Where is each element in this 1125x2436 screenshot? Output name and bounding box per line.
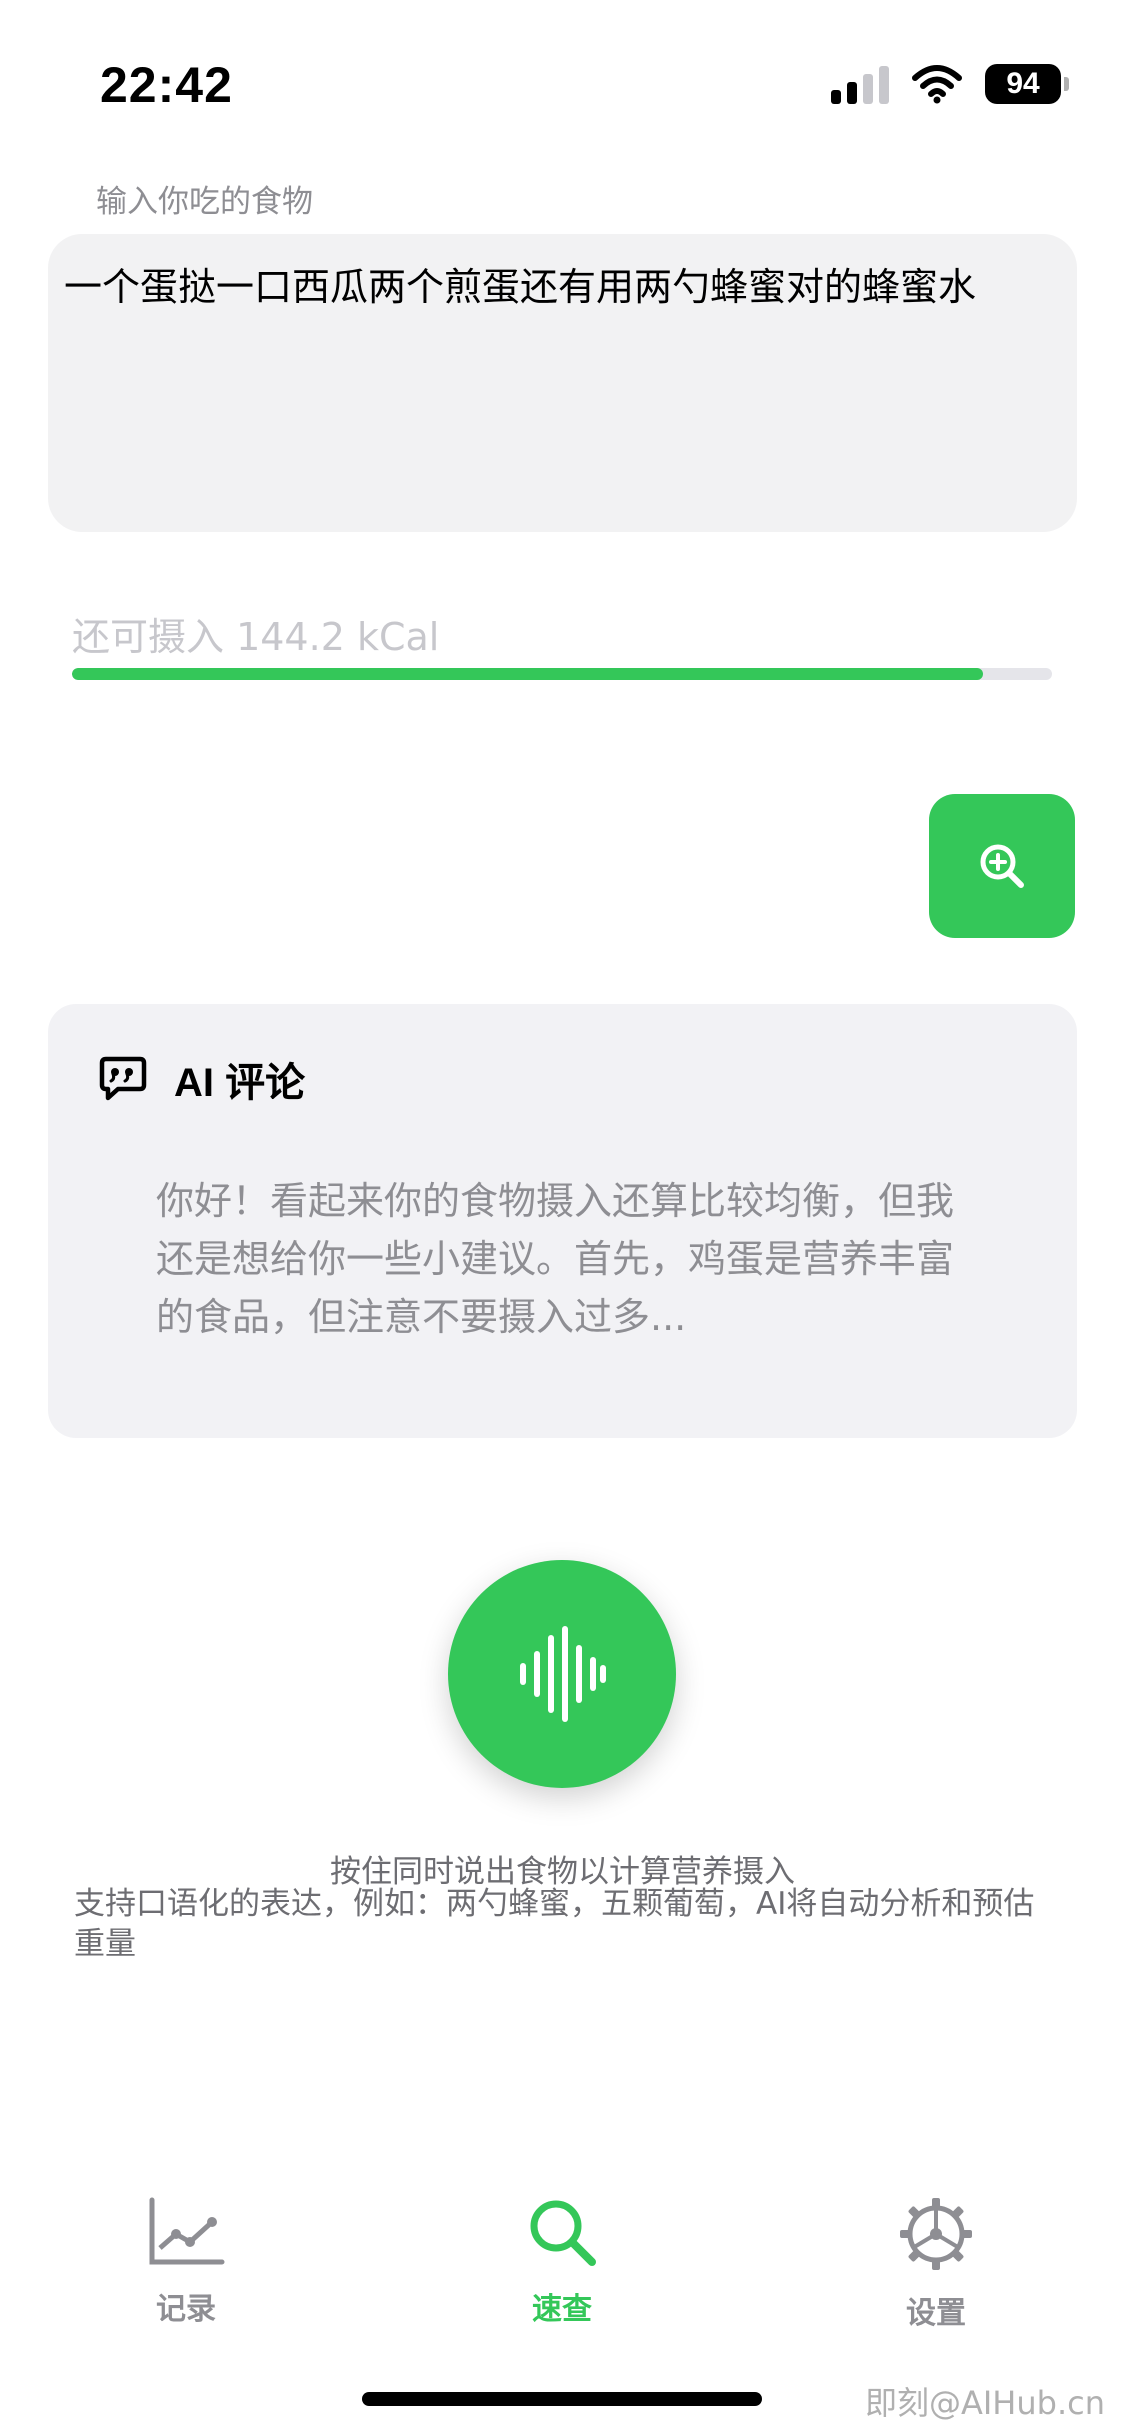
zoom-in-icon [980,844,1024,888]
app-screen: 22:42 94 输入你吃的食物 一个蛋挞一口西瓜两个煎蛋还有用两勺蜂蜜对的蜂蜜… [0,0,1125,2436]
calorie-progress-fill [72,668,984,680]
ai-comment-card[interactable]: AI 评论 你好！看起来你的食物摄入还算比较均衡，但我还是想给你一些小建议。首先… [48,1004,1077,1438]
tab-quick-search[interactable]: 速查 [462,2196,662,2328]
status-icons: 94 [831,64,1069,104]
tab-quick-search-label: 速查 [532,2292,592,2327]
home-indicator[interactable] [362,2392,762,2406]
remaining-calories: 还可摄入 144.2 kCal [72,615,440,659]
search-icon [530,2200,596,2266]
wifi-icon [912,65,962,104]
ai-comment-title: AI 评论 [174,1061,306,1105]
line-chart-icon [149,2197,225,2265]
search-button[interactable] [929,794,1075,938]
tab-records[interactable]: 记录 [86,2196,286,2328]
tab-settings[interactable]: 设置 [836,2196,1036,2332]
cellular-signal-icon [831,64,889,104]
watermark: 即刻@AIHub.cn [864,2384,1105,2422]
voice-hint-secondary: 支持口语化的表达，例如：两勺蜂蜜，五颗葡萄，AI将自动分析和预估重量 [74,1886,1035,1962]
sound-wave-icon [520,1626,606,1722]
calorie-progress-bar [72,668,1052,680]
quote-chat-bubble-icon [99,1056,147,1101]
food-input-field[interactable]: 一个蛋挞一口西瓜两个煎蛋还有用两勺蜂蜜对的蜂蜜水 [48,234,1077,532]
battery-indicator: 94 [985,64,1069,104]
tab-settings-label: 设置 [906,2296,966,2331]
ai-comment-text: 你好！看起来你的食物摄入还算比较均衡，但我还是想给你一些小建议。首先，鸡蛋是营养… [156,1179,955,1339]
voice-input-button[interactable] [448,1560,676,1788]
gear-icon [900,2198,972,2270]
tab-records-label: 记录 [156,2292,216,2327]
status-time: 22:42 [100,57,233,113]
food-input-label: 输入你吃的食物 [96,184,313,220]
ai-comment-header: AI 评论 [98,1050,305,1108]
